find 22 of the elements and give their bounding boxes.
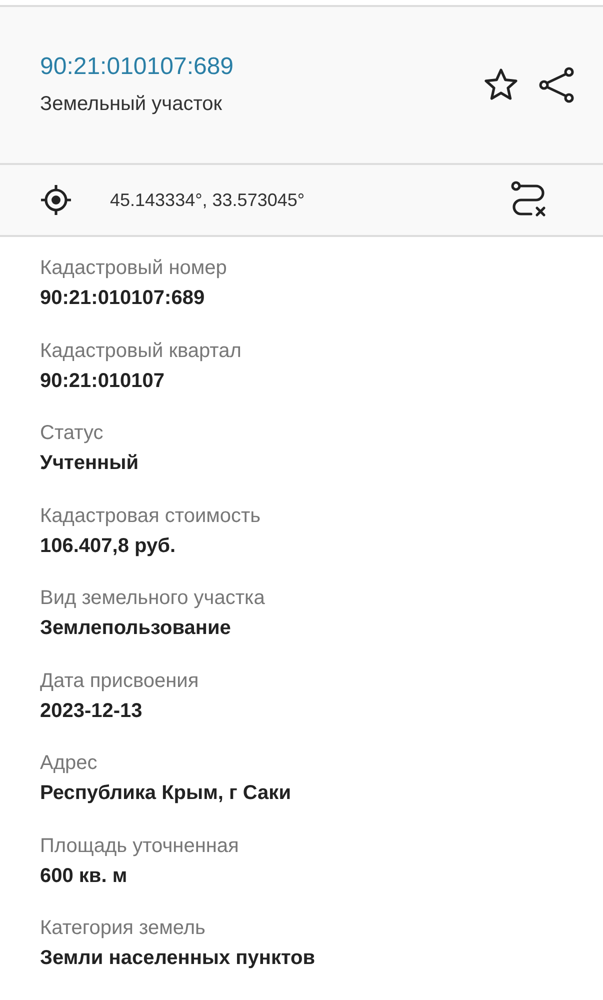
field-label: Кадастровый квартал	[40, 340, 242, 362]
location-target-icon[interactable]	[39, 183, 73, 217]
field-value: Землепользование	[40, 617, 232, 640]
field-label: Площадь уточненная	[40, 834, 240, 858]
field-label: Дата присвоения	[40, 670, 200, 692]
field-value: 2023-12-13	[40, 700, 144, 722]
field-value: 90:21:010107	[40, 370, 166, 392]
field-label: Вид земельного участка	[40, 587, 266, 610]
field-label: Кадастровая стоимость	[40, 504, 262, 528]
field-value: 600 кв. м	[40, 864, 128, 888]
field-label: Адрес	[40, 752, 98, 775]
field-value: Земли населенных пунктов	[40, 947, 316, 970]
field-label: Статус	[40, 422, 104, 445]
field-label: Категория земель	[40, 917, 206, 940]
field-value: 106.407,8 руб.	[40, 534, 177, 558]
field-value: Учтенный	[40, 452, 140, 475]
parcel-type: Земельный участок	[40, 92, 224, 116]
parcel-number-link[interactable]: 90:21:010107:689	[40, 52, 465, 80]
field-label: Кадастровый номер	[40, 257, 228, 280]
field-value: 90:21:010107:689	[40, 287, 206, 310]
field-value: Республика Крым, г Саки	[40, 782, 292, 805]
coordinates-text: 45.143334°, 33.573045°	[110, 190, 306, 210]
